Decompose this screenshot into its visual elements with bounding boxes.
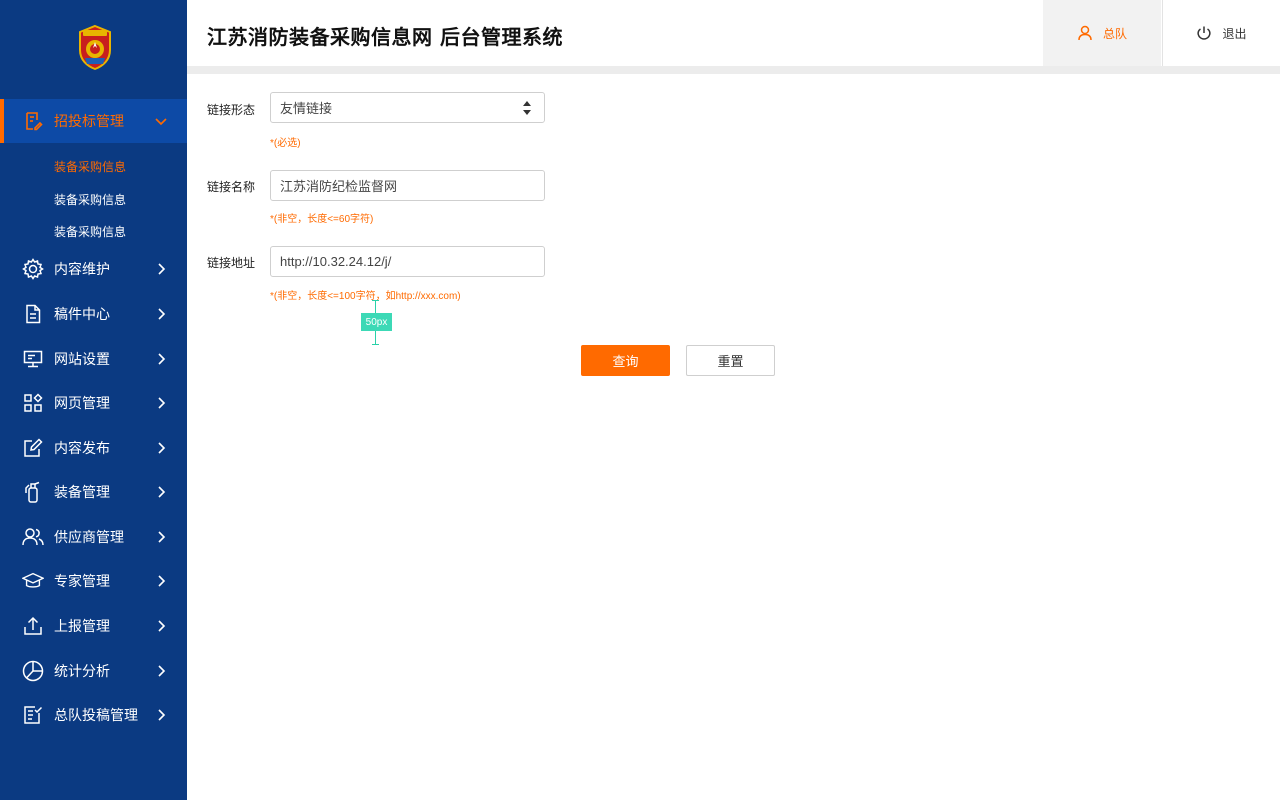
chevron-right-icon	[154, 619, 168, 633]
submenu-item-equipment-procurement[interactable]: 装备采购信息	[54, 158, 126, 175]
chevron-right-icon	[154, 708, 168, 722]
menu-item-webpage-management[interactable]: 网页管理	[0, 381, 187, 425]
menu-item-label: 招投标管理	[54, 113, 124, 129]
chevron-right-icon	[154, 307, 168, 321]
menu-item-bidding-management[interactable]: 招投标管理	[0, 99, 187, 143]
menu-item-label: 网站设置	[54, 351, 110, 367]
chevron-down-icon	[154, 114, 168, 128]
select-arrows-icon	[523, 101, 531, 115]
menu-item-equipment-management[interactable]: 装备管理	[0, 470, 187, 514]
graduation-cap-icon	[22, 570, 44, 592]
menu-item-site-settings[interactable]: 网站设置	[0, 337, 187, 381]
menu-item-label: 网页管理	[54, 395, 110, 411]
edit-icon	[22, 437, 44, 459]
link-type-select[interactable]: 友情链接	[270, 92, 545, 123]
header-divider	[187, 66, 1280, 74]
chevron-right-icon	[154, 441, 168, 455]
upload-icon	[22, 615, 44, 637]
menu-item-label: 统计分析	[54, 663, 110, 679]
menu-item-label: 专家管理	[54, 573, 110, 589]
menu-item-label: 稿件中心	[54, 306, 110, 322]
menu-item-content-publish[interactable]: 内容发布	[0, 426, 187, 470]
link-name-input[interactable]	[280, 178, 544, 193]
user-account-button[interactable]: 总队	[1043, 0, 1161, 66]
chevron-right-icon	[154, 574, 168, 588]
gear-icon	[22, 258, 44, 280]
page-title: 江苏消防装备采购信息网 后台管理系统	[207, 25, 563, 49]
link-url-field[interactable]	[270, 246, 545, 277]
power-icon	[1197, 26, 1212, 40]
fire-rescue-emblem-logo	[77, 24, 113, 71]
link-name-label: 链接名称	[207, 180, 256, 194]
chevron-right-icon	[154, 485, 168, 499]
chevron-right-icon	[154, 664, 168, 678]
menu-item-corps-submission-management[interactable]: 总队投稿管理	[0, 693, 187, 737]
query-button[interactable]: 查询	[581, 345, 670, 376]
menu-item-label: 总队投稿管理	[54, 707, 138, 723]
user-icon	[1078, 25, 1092, 41]
logout-label: 退出	[1222, 26, 1247, 41]
monitor-icon	[22, 348, 44, 370]
menu-item-content-maintenance[interactable]: 内容维护	[0, 247, 187, 291]
users-icon	[22, 526, 44, 548]
link-type-hint: *(必选)	[270, 138, 301, 149]
submenu-item-equipment-procurement[interactable]: 装备采购信息	[54, 223, 126, 240]
link-type-label: 链接形态	[207, 103, 256, 117]
checklist-icon	[22, 704, 44, 726]
top-header: 江苏消防装备采购信息网 后台管理系统 总队 退出	[187, 0, 1280, 66]
chevron-right-icon	[154, 396, 168, 410]
link-name-hint: *(非空，长度<=60字符)	[270, 214, 374, 225]
menu-item-label: 上报管理	[54, 618, 110, 634]
chevron-right-icon	[154, 352, 168, 366]
link-url-label: 链接地址	[207, 256, 256, 270]
menu-item-label: 供应商管理	[54, 529, 124, 545]
spacing-measure-cap	[372, 344, 379, 345]
grid-icon	[22, 392, 44, 414]
user-label: 总队	[1102, 26, 1127, 41]
chevron-right-icon	[154, 530, 168, 544]
chevron-right-icon	[154, 262, 168, 276]
submenu-item-equipment-procurement[interactable]: 装备采购信息	[54, 191, 126, 208]
link-name-field[interactable]	[270, 170, 545, 201]
menu-item-manuscript-center[interactable]: 稿件中心	[0, 292, 187, 336]
link-url-hint: *(非空，长度<=100字符，如http://xxx.com)	[270, 291, 461, 302]
link-url-input[interactable]	[280, 254, 544, 269]
logout-button[interactable]: 退出	[1162, 0, 1280, 66]
menu-item-label: 内容发布	[54, 440, 110, 456]
sidebar: 招投标管理 装备采购信息 装备采购信息 装备采购信息 内容维护 稿件中心 网站设…	[0, 0, 187, 800]
pie-chart-icon	[22, 660, 44, 682]
spacing-annotation-tag: 50px	[361, 313, 392, 331]
menu-item-expert-management[interactable]: 专家管理	[0, 559, 187, 603]
menu-item-report-management[interactable]: 上报管理	[0, 604, 187, 648]
document-edit-icon	[22, 110, 44, 132]
extinguisher-icon	[22, 481, 44, 503]
menu-item-supplier-management[interactable]: 供应商管理	[0, 515, 187, 559]
menu-item-statistics[interactable]: 统计分析	[0, 649, 187, 693]
menu-item-label: 内容维护	[54, 261, 110, 277]
link-type-value: 友情链接	[280, 101, 333, 116]
reset-button[interactable]: 重置	[686, 345, 775, 376]
menu-item-label: 装备管理	[54, 484, 110, 500]
file-icon	[22, 303, 44, 325]
